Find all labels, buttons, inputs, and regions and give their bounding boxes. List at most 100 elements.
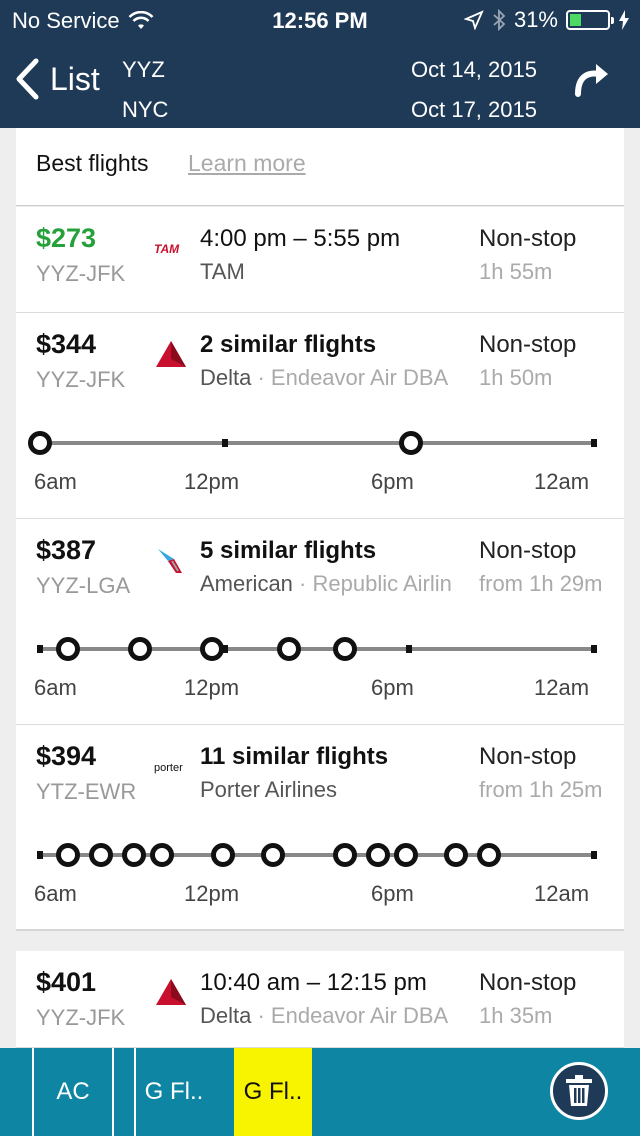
charging-bolt-icon	[619, 10, 629, 30]
departure-dot	[88, 843, 113, 867]
flight-airline: Delta · Endeavor Air DBA	[200, 1003, 470, 1029]
porter-logo-text: porter	[154, 762, 183, 774]
flight-duration: 1h 55m	[479, 259, 553, 284]
tam-logo: TAM	[154, 242, 180, 256]
trash-icon	[566, 1075, 592, 1106]
departure-dot	[127, 637, 152, 661]
flight-airline: American · Republic Airlin	[200, 571, 470, 597]
flight-duration: from 1h 25m	[479, 777, 603, 802]
status-bar: No Service 12:56 PM 31%	[0, 0, 640, 40]
timeline-label: 6pm	[371, 469, 414, 494]
round-trip-icon[interactable]	[572, 62, 612, 98]
battery-icon	[566, 10, 614, 30]
timeline-label: 6am	[34, 675, 77, 700]
similar-flights: 11 similar flights	[200, 743, 389, 770]
timeline-tick	[591, 645, 597, 653]
flight-stops: Non-stop	[479, 537, 577, 564]
return-date: Oct 17, 2015	[411, 97, 537, 122]
similar-flights: 2 similar flights	[200, 331, 377, 358]
flight-card[interactable]: $344 YYZ-JFK 2 similar flights Delta · E…	[16, 313, 624, 519]
timeline-label: 6pm	[371, 675, 414, 700]
trash-button[interactable]	[550, 1062, 608, 1120]
destination-code: NYC	[122, 97, 169, 122]
timeline-track	[40, 647, 594, 651]
app-header: No Service 12:56 PM 31% List YYZ NYC Oct…	[0, 0, 640, 128]
flight-airline: Porter Airlines	[200, 777, 470, 803]
flight-duration: 1h 35m	[479, 1003, 553, 1028]
tam-logo-text: TAM	[154, 242, 180, 256]
timeline-tick	[591, 439, 597, 447]
timeline-tick	[406, 645, 413, 653]
timeline-label: 12am	[534, 881, 590, 906]
timeline-label: 12pm	[184, 675, 240, 700]
flight-card[interactable]: $401 YYZ-JFK 10:40 am – 12:15 pm Delta ·…	[16, 951, 624, 1048]
flight-stops: Non-stop	[479, 331, 577, 358]
battery-percent: 31%	[513, 7, 558, 32]
route-summary: YYZ NYC	[122, 50, 168, 130]
chevron-left-icon	[16, 58, 39, 100]
timeline-label: 12pm	[184, 469, 240, 494]
tab-google-flights-active[interactable]: G Fl..	[234, 1048, 312, 1136]
flight-airline: TAM	[200, 259, 470, 285]
flight-route: YYZ-JFK	[36, 367, 126, 392]
timeline-tick	[221, 439, 228, 447]
back-button[interactable]: List	[14, 58, 100, 100]
flight-route: YYZ-JFK	[36, 1005, 126, 1030]
flight-route: YYZ-JFK	[36, 261, 126, 286]
airline-name: Delta	[200, 1003, 252, 1028]
flight-route: YYZ-LGA	[36, 573, 131, 598]
departure-dot	[399, 431, 424, 455]
flight-times: 10:40 am – 12:15 pm	[200, 969, 427, 996]
flight-card[interactable]: $387 YYZ-LGA 5 similar flights American …	[16, 519, 624, 725]
flight-card[interactable]: $394 YTZ-EWR porter 11 similar flights P…	[16, 725, 624, 931]
back-label: List	[50, 60, 100, 97]
departure-timeline	[37, 843, 597, 867]
departure-dot	[332, 637, 357, 661]
origin-code: YYZ	[122, 57, 165, 82]
status-right: 31%	[463, 7, 630, 33]
flight-duration: from 1h 29m	[479, 571, 603, 596]
trip-dates: Oct 14, 2015 Oct 17, 2015	[411, 50, 537, 130]
departure-dot	[476, 843, 501, 867]
operator-name: · Endeavor Air DBA	[257, 1003, 449, 1028]
flight-price: $344	[36, 329, 97, 359]
flight-stops: Non-stop	[479, 969, 577, 996]
airline-name: Delta	[200, 365, 252, 390]
bluetooth-icon	[493, 9, 506, 31]
delta-logo	[156, 341, 186, 367]
timeline-label: 12pm	[184, 881, 240, 906]
departure-dot	[210, 843, 235, 867]
delta-logo	[156, 979, 186, 1005]
flight-times: 4:00 pm – 5:55 pm	[200, 225, 401, 252]
battery-fill	[570, 14, 582, 26]
best-flights-header: Best flights Learn more	[16, 128, 624, 206]
tab-blank[interactable]	[112, 1048, 134, 1136]
departure-dot	[277, 637, 302, 661]
bottom-tab-bar: AC G Fl.. G Fl..	[0, 1048, 640, 1136]
flight-card[interactable]: $273 YYZ-JFK TAM 4:00 pm – 5:55 pm TAM N…	[16, 207, 624, 313]
flight-price: $273	[36, 223, 97, 253]
flight-duration: 1h 50m	[479, 365, 553, 390]
timeline-tick	[37, 645, 43, 653]
similar-flights: 5 similar flights	[200, 537, 377, 564]
location-arrow-icon	[463, 10, 484, 30]
timeline-labels: 6am 12pm 6pm 12am	[16, 881, 624, 909]
departure-dot	[149, 843, 174, 867]
timeline-tick	[37, 851, 43, 859]
learn-more-link[interactable]: Learn more	[188, 150, 306, 177]
flight-stops: Non-stop	[479, 225, 577, 252]
timeline-label: 6am	[34, 881, 77, 906]
flight-stops: Non-stop	[479, 743, 577, 770]
flight-route: YTZ-EWR	[36, 779, 137, 804]
timeline-tick	[591, 851, 597, 859]
best-flights-title: Best flights	[36, 150, 149, 176]
departure-timeline	[37, 637, 597, 661]
departure-dot	[443, 843, 468, 867]
departure-dot	[55, 843, 80, 867]
airline-name: Porter Airlines	[200, 777, 337, 802]
airline-name: American	[200, 571, 293, 596]
airline-name: TAM	[200, 259, 245, 284]
tab-ac[interactable]: AC	[32, 1048, 112, 1136]
tab-google-flights[interactable]: G Fl..	[134, 1048, 212, 1136]
departure-dot	[55, 637, 80, 661]
